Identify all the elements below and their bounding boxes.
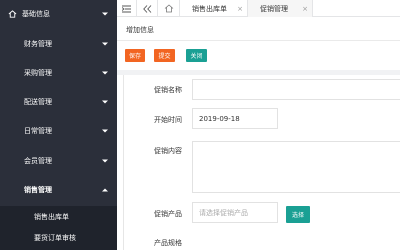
promotion-content-textarea[interactable] [192, 141, 400, 193]
sidebar-item-finance[interactable]: 财务管理 [0, 30, 117, 58]
sidebar-item-basic-info[interactable]: 基础信息 [0, 0, 117, 28]
menu-toggle-button[interactable] [117, 0, 137, 17]
sidebar-item-member[interactable]: 会员管理 [0, 147, 117, 175]
submenu-item-label: 要货订单审核 [34, 234, 76, 242]
sidebar: 基础信息 财务管理 采购管理 配送管理 日常管理 会员管理 销售管理 销售出库单… [0, 0, 117, 250]
close-button[interactable]: 关闭 [186, 49, 207, 62]
home-icon [8, 10, 17, 18]
tab-sales-outbound[interactable]: 销售出库单 × [180, 0, 248, 17]
double-chevron-left-icon [142, 4, 151, 13]
chevron-up-icon [102, 188, 108, 192]
sidebar-item-label: 会员管理 [24, 157, 52, 165]
promotion-name-label: 促销名称 [154, 86, 182, 94]
submit-button[interactable]: 提交 [154, 49, 175, 62]
sidebar-item-label: 销售管理 [24, 186, 52, 194]
sidebar-item-label: 采购管理 [24, 69, 52, 77]
sidebar-item-delivery[interactable]: 配送管理 [0, 88, 117, 116]
breadcrumb: 增加信息 [126, 26, 154, 34]
scroll-left-button[interactable] [137, 0, 158, 17]
sidebar-item-sales[interactable]: 销售管理 [0, 176, 117, 204]
chevron-down-icon [102, 71, 108, 75]
sidebar-item-label: 配送管理 [24, 98, 52, 106]
sales-submenu: 销售出库单 要货订单审核 [0, 206, 117, 250]
chevron-down-icon [102, 129, 108, 133]
sidebar-item-label: 日常管理 [24, 127, 52, 135]
product-spec-label: 产品规格 [154, 239, 182, 247]
close-icon[interactable]: × [302, 5, 308, 13]
main-content: 增加信息 保存 提交 关闭 促销名称 开始时间 2019-09-18 促销内容 … [117, 17, 400, 250]
sidebar-item-daily[interactable]: 日常管理 [0, 117, 117, 145]
promotion-name-input[interactable] [192, 79, 400, 100]
divider [117, 40, 400, 41]
chevron-down-icon [102, 42, 108, 46]
chevron-down-icon [102, 12, 108, 16]
tab-promotion[interactable]: 促销管理 × [248, 0, 313, 17]
menu-icon [122, 5, 131, 12]
tab-label: 销售出库单 [192, 4, 227, 13]
promotion-product-label: 促销产品 [154, 210, 182, 218]
submenu-item-label: 销售出库单 [34, 213, 69, 221]
start-time-input[interactable]: 2019-09-18 [192, 108, 278, 129]
close-icon[interactable]: × [237, 5, 243, 13]
sidebar-item-label: 财务管理 [24, 40, 52, 48]
submenu-item-order-review[interactable]: 要货订单审核 [0, 228, 117, 248]
promotion-content-label: 促销内容 [154, 147, 182, 155]
submenu-item-sales-outbound[interactable]: 销售出库单 [0, 207, 117, 227]
promotion-form: 促销名称 开始时间 2019-09-18 促销内容 促销产品 请选择促销产品 选… [123, 75, 400, 250]
sidebar-item-purchase[interactable]: 采购管理 [0, 59, 117, 87]
sidebar-item-label: 基础信息 [22, 10, 50, 18]
tab-label: 促销管理 [260, 4, 288, 13]
chevron-down-icon [102, 100, 108, 104]
chevron-down-icon [102, 159, 108, 163]
select-product-button[interactable]: 选择 [286, 206, 310, 223]
home-tab-button[interactable] [158, 0, 180, 17]
save-button[interactable]: 保存 [125, 49, 145, 62]
promotion-product-input[interactable]: 请选择促销产品 [192, 202, 278, 223]
start-time-label: 开始时间 [154, 116, 182, 124]
home-icon [164, 4, 173, 13]
tab-bar: 销售出库单 × 促销管理 × [117, 0, 400, 17]
app-window: 基础信息 财务管理 采购管理 配送管理 日常管理 会员管理 销售管理 销售出库单… [0, 0, 400, 250]
